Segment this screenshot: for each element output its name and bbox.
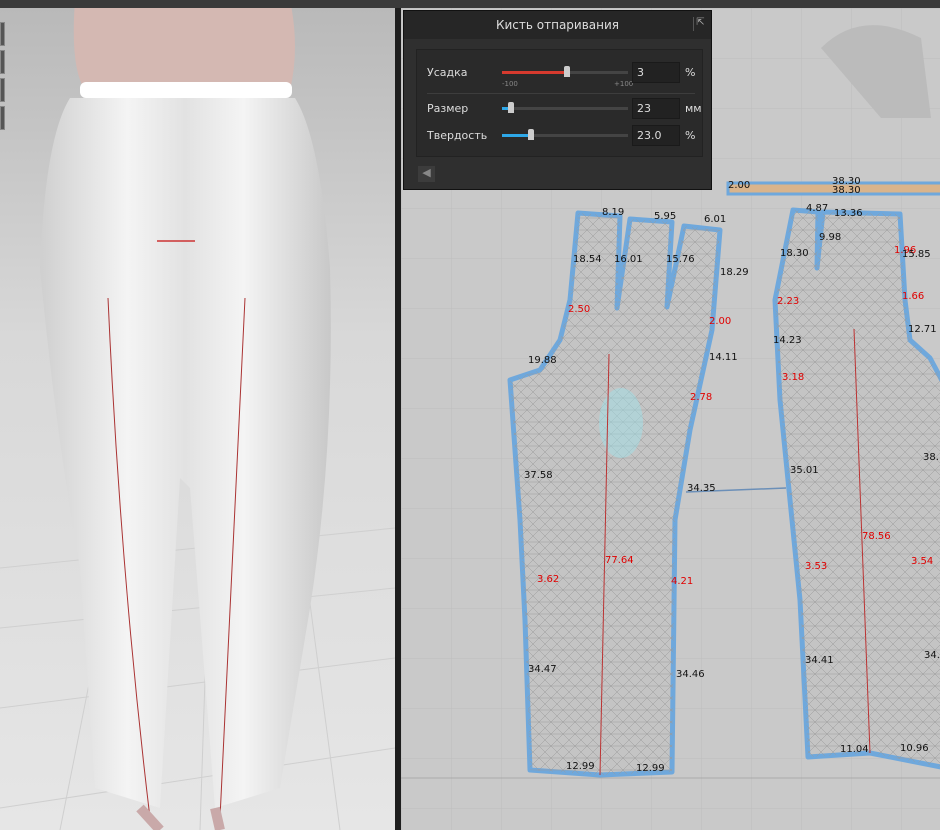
- size-slider[interactable]: [502, 102, 628, 113]
- measurement-label: 18.29: [720, 267, 749, 278]
- measurement-label: 13.36: [834, 208, 863, 219]
- hardness-row: Твердость 23.0 %: [427, 125, 697, 147]
- shrink-slider[interactable]: [502, 66, 628, 77]
- shrink-input[interactable]: 3: [632, 62, 680, 83]
- brush-settings: Усадка -100 +100 3 % Размер 23 мм Твердо…: [416, 49, 703, 157]
- 3d-viewport[interactable]: [0, 8, 395, 830]
- slider-thumb[interactable]: [563, 66, 570, 77]
- shrink-row: Усадка -100 +100 3 %: [427, 62, 697, 88]
- pin-icon[interactable]: ⇱: [693, 17, 707, 31]
- measurement-label: 16.01: [614, 254, 643, 265]
- hardness-input[interactable]: 23.0: [632, 125, 680, 146]
- measurement-label: 2.00: [709, 316, 732, 327]
- measurement-label: 38.: [923, 452, 939, 463]
- measurement-label: 34.: [924, 650, 940, 661]
- measurement-label: 34.41: [805, 655, 834, 666]
- viewport-tool-button[interactable]: [0, 22, 5, 46]
- measurement-label: 34.47: [528, 664, 557, 675]
- panel-title: Кисть отпаривания: [404, 11, 711, 39]
- viewport-tool-button[interactable]: [0, 50, 5, 74]
- measurement-label: 37.58: [524, 470, 553, 481]
- measurement-label: 34.35: [687, 483, 716, 494]
- measurement-label: 14.11: [709, 352, 738, 363]
- measurement-label: 10.96: [900, 743, 929, 754]
- measurement-label: 15.76: [666, 254, 695, 265]
- measurement-label: 3.62: [537, 574, 560, 585]
- measurement-label: 9.98: [819, 232, 842, 243]
- shrink-unit: %: [685, 66, 696, 79]
- measurement-label: 12.99: [636, 763, 665, 774]
- slider-thumb[interactable]: [507, 102, 514, 113]
- measurement-label: 5.95: [654, 211, 677, 222]
- measurement-label: 38.30: [832, 185, 861, 196]
- measurement-label: 3.53: [805, 561, 828, 572]
- measurement-label: 4.21: [671, 576, 694, 587]
- top-toolbar: [0, 0, 940, 8]
- avatar-pants-3d: [0, 8, 395, 830]
- size-input[interactable]: 23: [632, 98, 680, 119]
- measurement-label: 14.23: [773, 335, 802, 346]
- viewport-tool-button[interactable]: [0, 78, 5, 102]
- measurement-label: 1.66: [902, 291, 925, 302]
- measurement-label: 2.50: [568, 304, 591, 315]
- measurement-label: 2.00: [728, 180, 751, 191]
- size-label: Размер: [427, 102, 469, 115]
- measurement-label: 15.85: [902, 249, 931, 260]
- measurement-label: 19.88: [528, 355, 557, 366]
- measurement-label: 78.56: [862, 531, 891, 542]
- measurement-label: 3.54: [911, 556, 934, 567]
- measurement-label: 3.18: [782, 372, 805, 383]
- measurement-label: 77.64: [605, 555, 634, 566]
- size-row: Размер 23 мм: [427, 98, 702, 120]
- measurement-label: 11.04: [840, 744, 869, 755]
- viewport-tool-button[interactable]: [0, 106, 5, 130]
- measurement-label: 35.01: [790, 465, 819, 476]
- measurement-label: 12.99: [566, 761, 595, 772]
- max-label: +100: [614, 80, 634, 88]
- shrink-label: Усадка: [427, 66, 468, 79]
- measurement-label: 8.19: [602, 207, 625, 218]
- size-unit: мм: [685, 102, 702, 115]
- undo-button[interactable]: ◀: [418, 166, 435, 182]
- measurement-label: 18.30: [780, 248, 809, 259]
- measurement-label: 6.01: [704, 214, 727, 225]
- hardness-label: Твердость: [427, 129, 488, 142]
- divider: [427, 93, 695, 94]
- slider-thumb[interactable]: [527, 129, 534, 140]
- hardness-slider[interactable]: [502, 129, 628, 140]
- steam-brush-panel: Кисть отпаривания ⇱ Усадка -100 +100 3 %…: [403, 10, 712, 190]
- measurement-label: 12.71: [908, 324, 937, 335]
- measurement-label: 2.78: [690, 392, 713, 403]
- hardness-unit: %: [685, 129, 696, 142]
- measurement-label: 34.46: [676, 669, 705, 680]
- measurement-label: 2.23: [777, 296, 800, 307]
- back-arrow-icon: ◀: [422, 166, 431, 179]
- measurement-label: 18.54: [573, 254, 602, 265]
- measurement-label: 4.87: [806, 203, 829, 214]
- min-label: -100: [502, 80, 518, 88]
